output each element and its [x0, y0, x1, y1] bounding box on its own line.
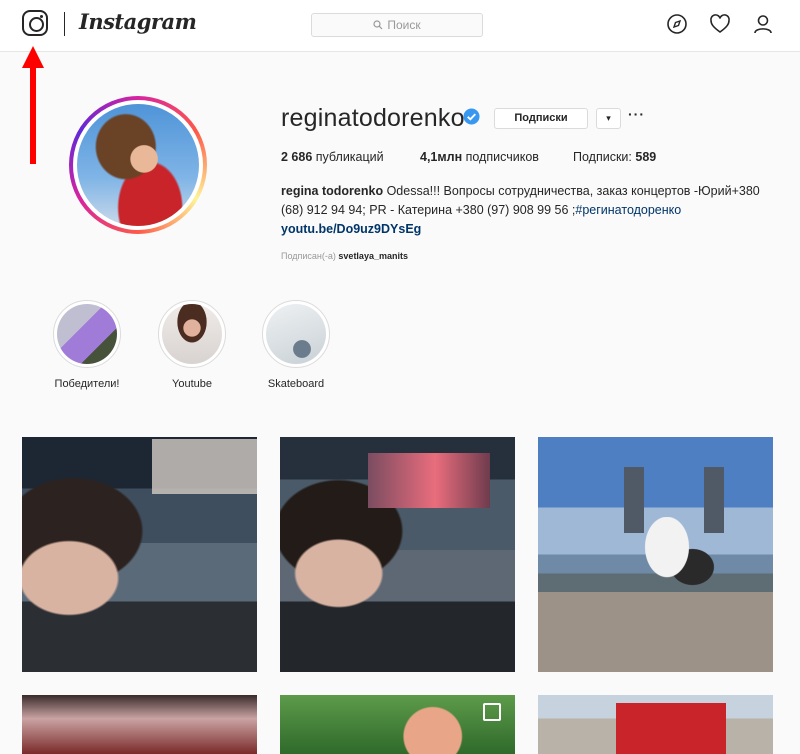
post-thumbnail[interactable]	[538, 695, 773, 754]
heart-icon[interactable]	[709, 13, 731, 35]
followed-by: Подписан(-а) svetlaya_manits	[281, 251, 408, 261]
profile-icon[interactable]	[752, 13, 774, 35]
stat-posts: 2 686 публикаций	[281, 150, 384, 164]
suggestions-dropdown-button[interactable]: ▾	[596, 108, 621, 129]
nav-divider	[64, 12, 65, 36]
bio-external-link[interactable]: youtu.be/Do9uz9DYsEg	[281, 222, 421, 236]
story-highlight[interactable]: Skateboard	[256, 300, 336, 390]
following-count: 589	[635, 150, 657, 164]
highlight-label: Youtube	[172, 378, 212, 390]
verified-badge-icon	[463, 108, 480, 125]
profile-username: reginatodorenko	[281, 104, 465, 132]
instagram-wordmark[interactable]: Instagram	[79, 9, 197, 34]
highlight-cover	[162, 304, 222, 364]
followed-by-label: Подписан(-а)	[281, 251, 336, 261]
story-highlight[interactable]: Youtube	[152, 300, 232, 390]
post-thumbnail[interactable]	[22, 437, 257, 672]
highlight-cover	[266, 304, 326, 364]
search-icon	[373, 20, 383, 30]
highlight-cover	[57, 304, 117, 364]
search-placeholder: Поиск	[387, 18, 421, 32]
followers-label: подписчиков	[465, 150, 539, 164]
search-input[interactable]: Поиск	[311, 13, 483, 37]
post-thumbnail[interactable]	[280, 437, 515, 672]
bio-full-name: regina todorenko	[281, 184, 384, 198]
followers-count: 4,1млн	[420, 150, 463, 164]
following-label: Подписки:	[573, 150, 632, 164]
bio-hashtag-link[interactable]: #регинатодоренко	[575, 203, 681, 217]
compass-icon[interactable]	[666, 13, 688, 35]
posts-label: публикаций	[315, 150, 384, 164]
stat-following[interactable]: Подписки: 589	[573, 150, 656, 164]
annotation-arrow-icon	[22, 46, 44, 164]
stat-followers[interactable]: 4,1млн подписчиков	[420, 150, 539, 164]
bio-line-2: (68) 912 94 94; PR - Катерина +380 (97) …	[281, 203, 576, 217]
bio-line-1: Odessa!!! Вопросы сотрудничества, заказ …	[386, 184, 760, 198]
more-options-icon[interactable]: ···	[628, 106, 645, 122]
followed-by-user-link[interactable]: svetlaya_manits	[338, 251, 408, 261]
highlight-label: Победители!	[54, 378, 120, 390]
avatar-photo	[77, 104, 199, 226]
following-button[interactable]: Подписки	[494, 108, 588, 129]
posts-count: 2 686	[281, 150, 313, 164]
instagram-logo-icon[interactable]	[22, 10, 48, 36]
post-thumbnail[interactable]	[280, 695, 515, 754]
profile-bio: regina todorenko Odessa!!! Вопросы сотру…	[281, 182, 781, 239]
top-nav: Instagram Поиск	[0, 0, 800, 52]
highlight-label: Skateboard	[267, 378, 325, 390]
post-thumbnail[interactable]	[538, 437, 773, 672]
story-highlight[interactable]: Победители!	[47, 300, 127, 390]
post-thumbnail[interactable]	[22, 695, 257, 754]
profile-avatar[interactable]	[69, 96, 207, 234]
